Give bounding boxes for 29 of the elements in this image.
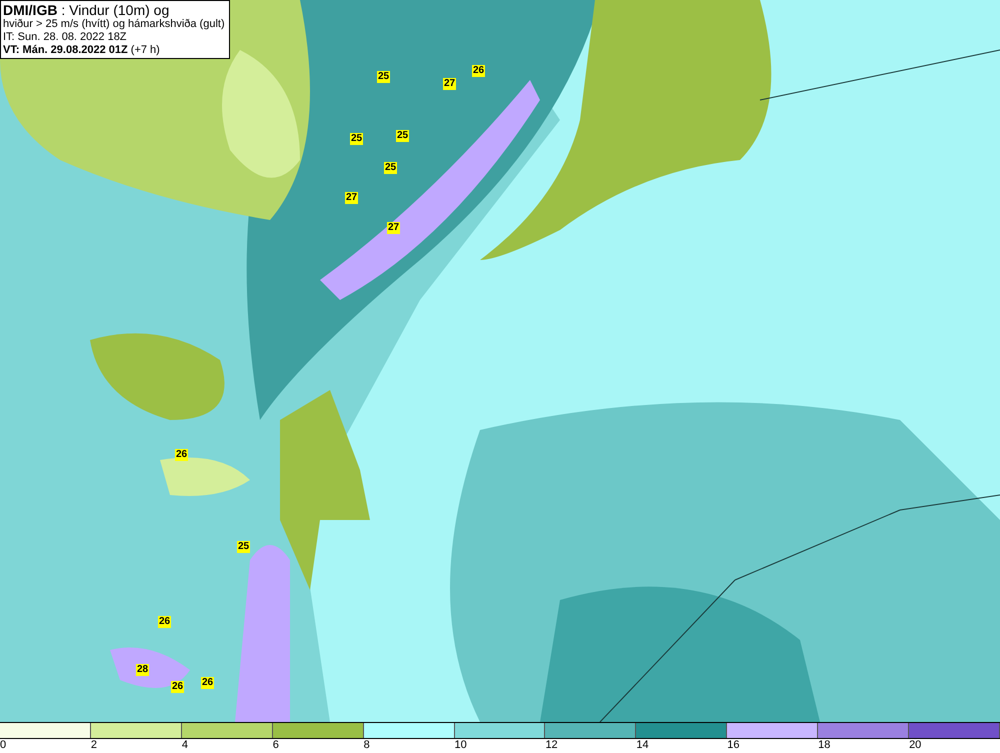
gust-label: 28 bbox=[136, 664, 150, 676]
gust-label: 26 bbox=[158, 616, 172, 628]
gust-label: 26 bbox=[201, 677, 214, 689]
gust-label: 26 bbox=[171, 681, 184, 693]
scale-label: 12 bbox=[545, 739, 558, 752]
gust-label: 25 bbox=[377, 71, 390, 83]
scale-label: 0 bbox=[0, 739, 6, 752]
gust-label: 27 bbox=[345, 192, 358, 204]
header-text: VT: Mán. 29.08.2022 01Z (+7 h) bbox=[3, 44, 161, 57]
header-text: DMI/IGB : Vindur (10m) og bbox=[3, 2, 170, 18]
scale-label: 2 bbox=[90, 739, 98, 752]
gust-label: 25 bbox=[384, 162, 398, 174]
gust-label: 25 bbox=[350, 133, 364, 145]
header-text: hviður > 25 m/s (hvítt) og hámarkshviða (gult) bbox=[3, 18, 226, 31]
scale-label: 8 bbox=[364, 739, 370, 752]
scale-label: 16 bbox=[727, 739, 740, 752]
gust-label: 26 bbox=[472, 65, 486, 77]
header-text: IT: Sun. 28. 08. 2022 18Z bbox=[3, 31, 128, 44]
scale-label: 6 bbox=[272, 739, 279, 752]
scale-label: 14 bbox=[636, 739, 649, 752]
gust-label: 27 bbox=[387, 222, 400, 234]
scale-label: 4 bbox=[182, 739, 188, 752]
gust-label: 25 bbox=[396, 130, 410, 142]
scale-label: 20 bbox=[909, 739, 922, 752]
gust-label: 26 bbox=[175, 449, 188, 461]
gust-label: 27 bbox=[443, 78, 456, 90]
scale-label: 10 bbox=[454, 739, 467, 752]
gust-label: 25 bbox=[237, 541, 250, 553]
scale-label: 18 bbox=[818, 739, 830, 752]
